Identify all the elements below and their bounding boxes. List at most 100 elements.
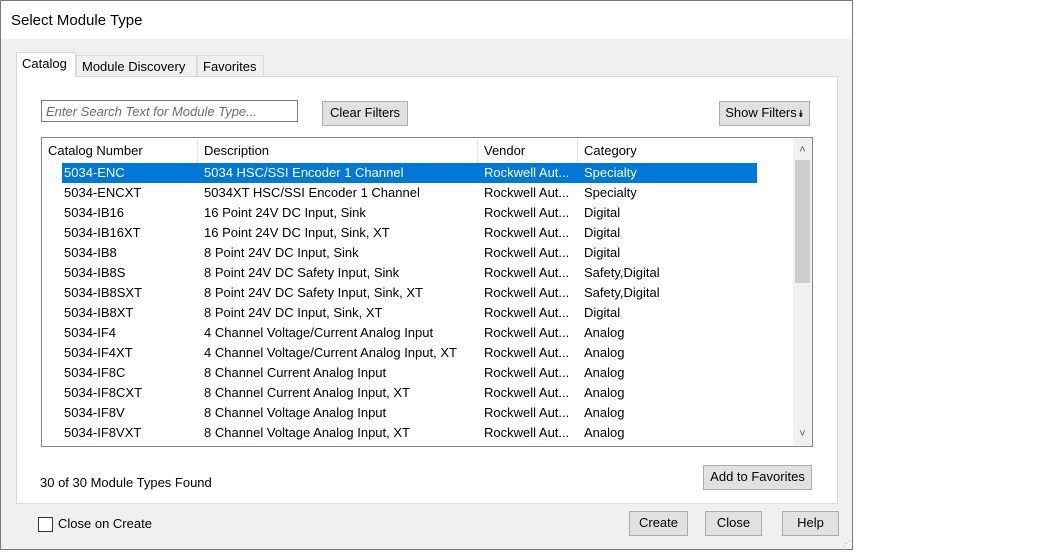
vendor-cell: Rockwell Aut... — [484, 345, 570, 360]
category-cell: Analog — [584, 425, 625, 440]
vendor-cell: Rockwell Aut... — [484, 425, 570, 440]
description-cell: 16 Point 24V DC Input, Sink — [204, 205, 366, 220]
tab-catalog[interactable]: Catalog — [16, 52, 76, 77]
catalog-number-cell: 5034-IF4XT — [64, 345, 133, 360]
vertical-scrollbar[interactable]: ˄ ˅ — [793, 138, 812, 446]
show-filters-label: Show Filters — [725, 105, 797, 120]
category-cell: Digital — [584, 205, 621, 220]
vendor-cell: Rockwell Aut... — [484, 285, 570, 300]
add-to-favorites-button[interactable]: Add to Favorites — [703, 465, 812, 490]
help-button[interactable]: Help — [782, 511, 839, 536]
show-filters-button[interactable]: Show Filters⯯ — [719, 101, 810, 126]
catalog-number-cell: 5034-ENCXT — [64, 185, 142, 200]
description-cell: 8 Channel Current Analog Input — [204, 365, 387, 380]
vendor-cell: Rockwell Aut... — [484, 325, 570, 340]
catalog-number-cell: 5034-IB16XT — [64, 225, 141, 240]
table-row[interactable]: 5034-IF8CXT 8 Channel Current Analog Inpu… — [42, 383, 792, 403]
category-cell: Digital — [584, 245, 621, 260]
catalog-number-cell: 5034-IF8CXT — [64, 385, 143, 400]
vendor-cell: Rockwell Aut... — [484, 205, 570, 220]
vendor-cell: Rockwell Aut... — [484, 245, 570, 260]
table-row[interactable]: 5034-ENC 5034 HSC/SSI Encoder 1 Channel Ro… — [42, 163, 792, 183]
table-row[interactable]: 5034-IB8 8 Point 24V DC Input, Sink Rockwe… — [42, 243, 792, 263]
tab-module-discovery[interactable]: Module Discovery — [76, 55, 197, 76]
catalog-number-cell: 5034-IF8C — [64, 365, 126, 380]
description-cell: 8 Point 24V DC Input, Sink, XT — [204, 305, 383, 320]
description-cell: 8 Point 24V DC Safety Input, Sink, XT — [204, 285, 423, 300]
description-cell: 8 Point 24V DC Input, Sink — [204, 245, 359, 260]
table-row[interactable]: 5034-IB16 16 Point 24V DC Input, Sink Rock… — [42, 203, 792, 223]
table-row[interactable]: 5034-IF8VXT 8 Channel Voltage Analog Inpu… — [42, 423, 792, 443]
category-cell: Safety,Digital — [584, 265, 660, 280]
table-row[interactable]: 5034-IB8S 8 Point 24V DC Safety Input, Si… — [42, 263, 792, 283]
description-cell: 8 Channel Voltage Analog Input, XT — [204, 425, 410, 440]
catalog-number-cell: 5034-IB8S — [64, 265, 126, 280]
vendor-cell: Rockwell Aut... — [484, 385, 570, 400]
catalog-number-cell: 5034-IF4 — [64, 325, 117, 340]
table-row[interactable]: 5034-IF4 4 Channel Voltage/Current Analog… — [42, 323, 792, 343]
table-body: 5034-ENC 5034 HSC/SSI Encoder 1 Channel Ro… — [42, 163, 792, 443]
create-button[interactable]: Create — [629, 511, 688, 536]
category-cell: Safety,Digital — [584, 285, 660, 300]
table-row[interactable]: 5034-IF4XT 4 Channel Voltage/Current Anal… — [42, 343, 792, 363]
vendor-cell: Rockwell Aut... — [484, 185, 570, 200]
catalog-number-cell: 5034-IB16 — [64, 205, 124, 220]
description-cell: 8 Point 24V DC Safety Input, Sink — [204, 265, 400, 280]
table-row[interactable]: 5034-IB8XT 8 Point 24V DC Input, Sink, XT… — [42, 303, 792, 323]
close-on-create-checkbox[interactable] — [38, 517, 53, 532]
scrollbar-thumb[interactable] — [795, 160, 810, 283]
description-cell: 8 Channel Voltage Analog Input — [204, 405, 387, 420]
column-header-category[interactable]: Category — [578, 138, 758, 163]
category-cell: Analog — [584, 405, 625, 420]
catalog-number-cell: 5034-IF8V — [64, 405, 125, 420]
results-count: 30 of 30 Module Types Found — [40, 475, 212, 490]
category-cell: Analog — [584, 365, 625, 380]
catalog-number-cell: 5034-IB8XT — [64, 305, 134, 320]
category-cell: Specialty — [584, 185, 637, 200]
resize-grip-icon[interactable]: ⋰ — [842, 539, 850, 548]
vendor-cell: Rockwell Aut... — [484, 265, 570, 280]
column-header-vendor[interactable]: Vendor — [478, 138, 578, 163]
column-header-catalog-number[interactable]: Catalog Number — [42, 138, 198, 163]
tab-favorites[interactable]: Favorites — [197, 55, 264, 76]
column-header-description[interactable]: Description — [198, 138, 478, 163]
description-cell: 8 Channel Current Analog Input, XT — [204, 385, 410, 400]
table-row[interactable]: 5034-IF8V 8 Channel Voltage Analog Input R… — [42, 403, 792, 423]
category-cell: Digital — [584, 225, 621, 240]
category-cell: Analog — [584, 345, 625, 360]
close-button[interactable]: Close — [705, 511, 762, 536]
category-cell: Specialty — [584, 165, 637, 180]
catalog-number-cell: 5034-ENC — [64, 165, 125, 180]
dialog-title: Select Module Type — [11, 12, 143, 29]
table-row[interactable]: 5034-IF8C 8 Channel Current Analog Input R… — [42, 363, 792, 383]
scroll-down-icon[interactable]: ˅ — [793, 425, 812, 444]
module-type-table[interactable]: Catalog Number Description Vendor Catego… — [41, 137, 813, 447]
table-row[interactable]: 5034-IB8SXT 8 Point 24V DC Safety Input, … — [42, 283, 792, 303]
table-row[interactable]: 5034-IB16XT 16 Point 24V DC Input, Sink, … — [42, 223, 792, 243]
description-cell: 5034 HSC/SSI Encoder 1 Channel — [204, 165, 404, 180]
catalog-panel: Clear Filters Show Filters⯯ Catalog Numb… — [16, 76, 838, 504]
description-cell: 5034XT HSC/SSI Encoder 1 Channel — [204, 185, 420, 200]
select-module-type-dialog: Select Module Type Catalog Module Discov… — [0, 0, 853, 550]
close-on-create-label[interactable]: Close on Create — [58, 516, 152, 531]
description-cell: 4 Channel Voltage/Current Analog Input, … — [204, 345, 457, 360]
category-cell: Digital — [584, 305, 621, 320]
description-cell: 16 Point 24V DC Input, Sink, XT — [204, 225, 390, 240]
double-chevron-down-icon: ⯯ — [797, 109, 804, 120]
vendor-cell: Rockwell Aut... — [484, 405, 570, 420]
search-input[interactable] — [41, 100, 298, 122]
catalog-number-cell: 5034-IB8 — [64, 245, 117, 260]
catalog-number-cell: 5034-IB8SXT — [64, 285, 143, 300]
clear-filters-button[interactable]: Clear Filters — [322, 101, 408, 126]
description-cell: 4 Channel Voltage/Current Analog Input — [204, 325, 434, 340]
category-cell: Analog — [584, 325, 625, 340]
scroll-up-icon[interactable]: ˄ — [793, 141, 812, 160]
title-bar: Select Module Type — [1, 1, 852, 39]
vendor-cell: Rockwell Aut... — [484, 365, 570, 380]
catalog-number-cell: 5034-IF8VXT — [64, 425, 142, 440]
vendor-cell: Rockwell Aut... — [484, 165, 570, 180]
table-header: Catalog Number Description Vendor Catego… — [42, 138, 792, 163]
category-cell: Analog — [584, 385, 625, 400]
vendor-cell: Rockwell Aut... — [484, 305, 570, 320]
table-row[interactable]: 5034-ENCXT 5034XT HSC/SSI Encoder 1 Chann… — [42, 183, 792, 203]
